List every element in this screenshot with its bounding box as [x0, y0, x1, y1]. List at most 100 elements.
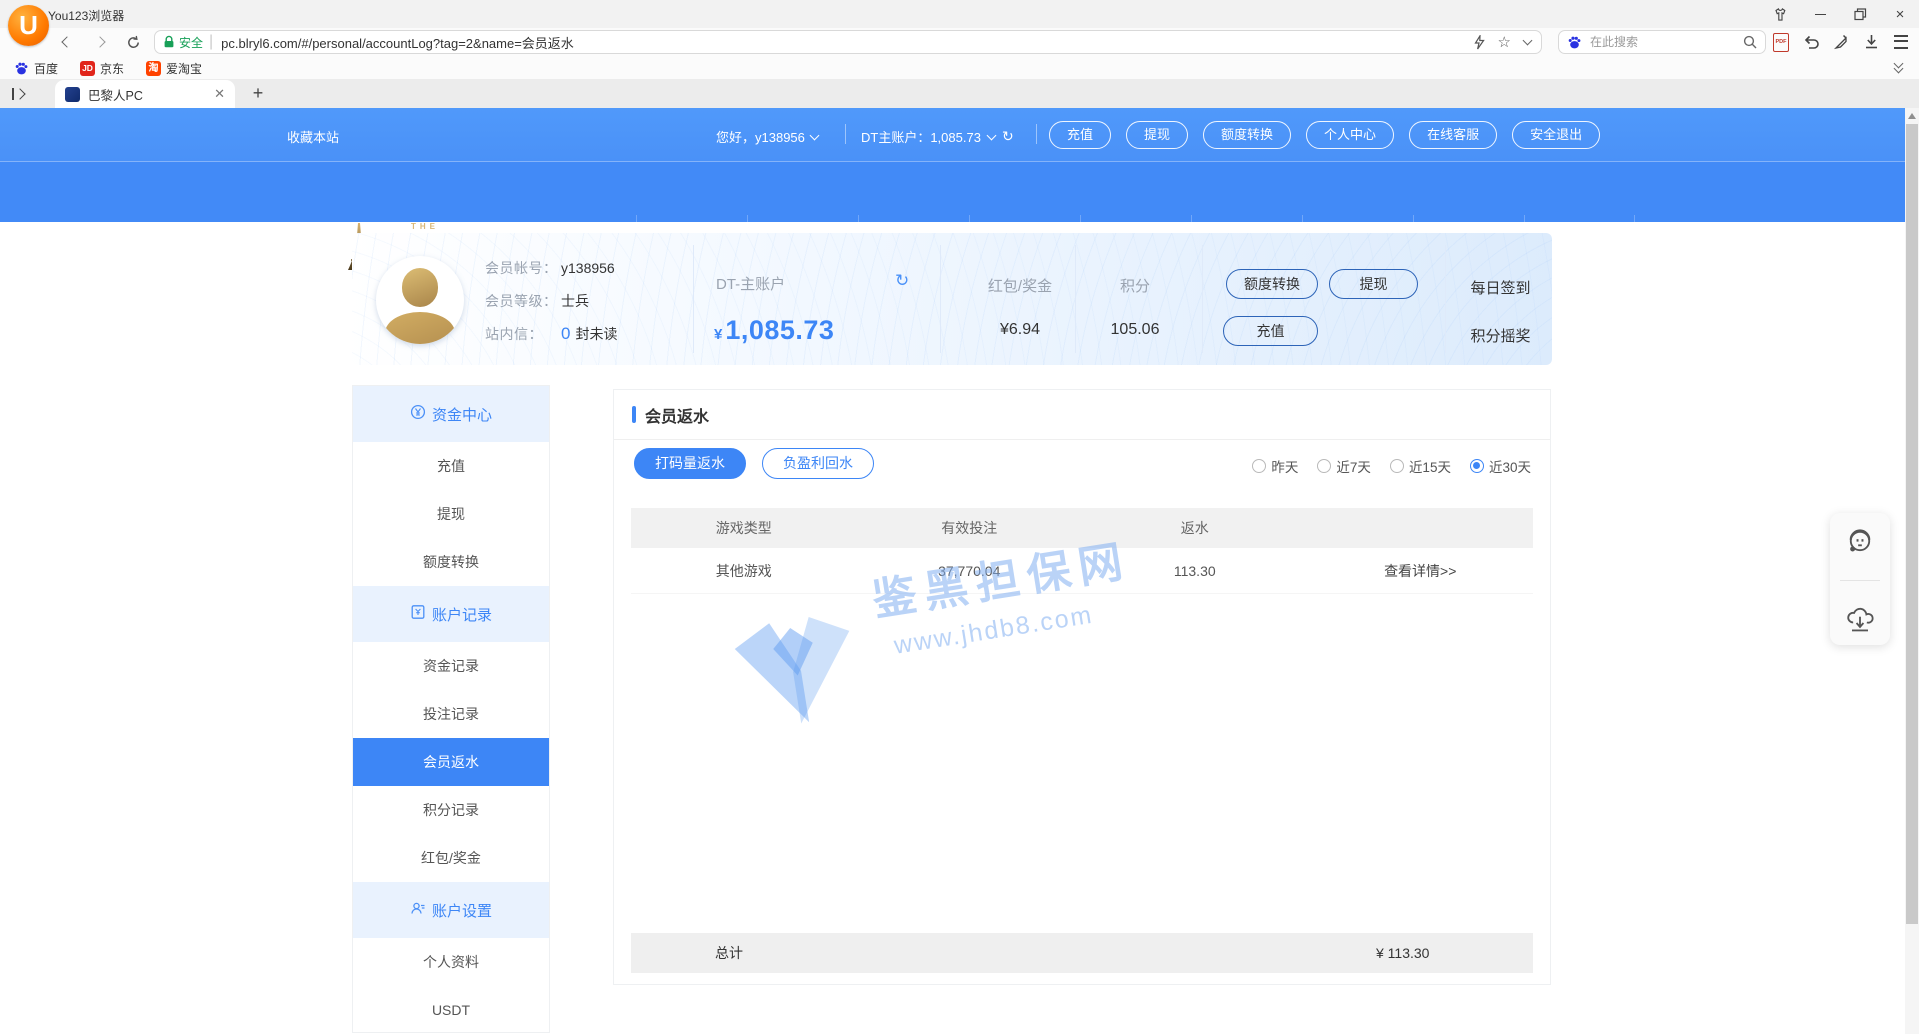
scrollbar-thumb[interactable] — [1906, 124, 1918, 924]
panel-quota-transfer-button[interactable]: 额度转换 — [1226, 269, 1318, 299]
tab-favicon — [65, 87, 80, 102]
total-label: 总计 — [715, 943, 743, 963]
sidebar-item-profile[interactable]: 个人资料 — [353, 938, 549, 986]
date-range-radios: 昨天 近7天近15天 近30天 — [1252, 456, 1531, 476]
close-button[interactable]: × — [1887, 3, 1913, 25]
logo-the: THE — [411, 223, 492, 231]
bonus-label: 红包/奖金 — [965, 275, 1075, 296]
forward-button[interactable] — [89, 31, 111, 53]
range-radio-last-15-days[interactable]: 近15天 — [1390, 456, 1451, 476]
topbar-btn-logout[interactable]: 安全退出 — [1512, 121, 1600, 149]
sidebar-item-withdraw[interactable]: 提现 — [353, 490, 549, 538]
radio-icon — [1470, 459, 1484, 473]
topbar-btn-recharge[interactable]: 充值 — [1049, 121, 1111, 149]
sidebar-item-redpacket-bonus[interactable]: 红包/奖金 — [353, 834, 549, 882]
sidebar-header-account-records[interactable]: 账户记录 — [353, 586, 549, 642]
page-scrollbar[interactable] — [1905, 108, 1919, 1034]
tab-list-toggle-icon[interactable] — [12, 86, 28, 102]
scroll-up-icon[interactable] — [1908, 113, 1916, 119]
tab-negative-profit-rebate[interactable]: 负盈利回水 — [762, 448, 874, 479]
bookmark-jd[interactable]: JD京东 — [80, 60, 124, 77]
tab-strip — [0, 80, 1919, 108]
wallet-refresh-icon[interactable]: ↻ — [895, 271, 909, 291]
sidebar-item-recharge[interactable]: 充值 — [353, 442, 549, 490]
sidebar-header-account-settings[interactable]: 账户设置 — [353, 882, 549, 938]
collapse-chevrons-icon[interactable] — [1895, 60, 1902, 70]
daily-sign-link[interactable]: 每日签到 — [1449, 277, 1552, 298]
refresh-button[interactable] — [122, 31, 144, 53]
coin-icon — [410, 404, 426, 424]
topbar-btn-personal-center[interactable]: 个人中心 — [1306, 121, 1394, 149]
sidebar-item-usdt[interactable]: USDT — [353, 986, 549, 1034]
url-text[interactable]: pc.blryl6.com/#/personal/accountLog?tag=… — [221, 33, 1473, 52]
range-radio-last-7-days[interactable]: 近7天 — [1317, 456, 1371, 476]
minimize-button[interactable] — [1807, 3, 1833, 25]
address-bar[interactable]: 安全 | pc.blryl6.com/#/personal/accountLog… — [154, 30, 1542, 54]
watermark-url: www.jhdb8.com — [892, 601, 1095, 661]
pdf-icon[interactable]: PDF — [1772, 32, 1790, 52]
range-label: 近7天 — [1336, 456, 1371, 476]
menu-icon[interactable] — [1892, 32, 1910, 52]
tab-close-icon[interactable]: ✕ — [214, 86, 225, 102]
topbar-btn-quota-transfer[interactable]: 额度转换 — [1203, 121, 1291, 149]
reader-lightning-icon[interactable] — [1474, 35, 1485, 50]
undo-icon[interactable] — [1802, 32, 1820, 52]
back-button[interactable] — [56, 31, 78, 53]
page-title: 会员返水 — [645, 403, 709, 427]
level-value: 士兵 — [561, 291, 589, 311]
sidebar-item-bet-record[interactable]: 投注记录 — [353, 690, 549, 738]
table-cell: 37,770.04 — [857, 563, 1083, 579]
greeting-dropdown[interactable]: 您好，y138956 — [716, 127, 818, 146]
bookmark-taobao[interactable]: 淘爱淘宝 — [146, 60, 202, 77]
cloud-download-icon[interactable] — [1844, 604, 1876, 634]
tab-bet-volume-rebate[interactable]: 打码量返水 — [634, 448, 746, 479]
table-cell: 其他游戏 — [631, 561, 857, 581]
jd-icon: JD — [80, 61, 95, 76]
search-input[interactable] — [1588, 34, 1737, 50]
download-icon[interactable] — [1862, 32, 1880, 52]
browser-tab[interactable]: 巴黎人PC ✕ — [55, 80, 235, 108]
topbar-btn-withdraw[interactable]: 提现 — [1126, 121, 1188, 149]
sidebar-item-quota-transfer[interactable]: 额度转换 — [353, 538, 549, 586]
range-radio-last-30-days[interactable]: 近30天 — [1470, 456, 1531, 476]
main-account-dropdown[interactable]: DT主账户：1,085.73 ↻ — [861, 127, 1014, 146]
level-label: 会员等级： — [485, 291, 561, 311]
sidebar-item-points-record[interactable]: 积分记录 — [353, 786, 549, 834]
user-panel: 会员帐号：y138956 会员等级：士兵 站内信：0封未读 DT-主账户 ↻ ¥… — [352, 233, 1552, 365]
sidebar-item-funds-record[interactable]: 资金记录 — [353, 642, 549, 690]
table-header-cell: 游戏类型 — [631, 518, 857, 538]
floating-widget — [1830, 513, 1890, 645]
sidebar-label: 充值 — [437, 456, 465, 476]
topbar-btn-online-service[interactable]: 在线客服 — [1409, 121, 1497, 149]
panel-withdraw-button[interactable]: 提现 — [1329, 269, 1418, 299]
customer-service-icon[interactable] — [1844, 525, 1876, 557]
baidu-icon — [14, 61, 29, 76]
favorite-star-icon[interactable]: ☆ — [1498, 35, 1511, 50]
sidebar-header-funds-center[interactable]: 资金中心 — [353, 386, 549, 442]
range-label: 近30天 — [1489, 456, 1531, 476]
mail-count[interactable]: 0 — [561, 324, 570, 344]
favorite-site-link[interactable]: 收藏本站 — [287, 127, 339, 146]
range-radio-yesterday[interactable]: 昨天 — [1252, 456, 1298, 476]
total-value: ¥ 113.30 — [1376, 945, 1429, 961]
skin-icon[interactable] — [1767, 3, 1793, 25]
search-icon[interactable] — [1743, 35, 1757, 49]
url-dropdown-icon[interactable] — [1523, 36, 1533, 46]
points-lottery-link[interactable]: 积分摇奖 — [1449, 325, 1552, 346]
radio-icon — [1317, 459, 1331, 473]
points-label: 积分 — [1085, 275, 1185, 296]
range-label: 昨天 — [1271, 456, 1298, 476]
restore-button[interactable] — [1847, 3, 1873, 25]
account-refresh-icon[interactable]: ↻ — [1002, 128, 1014, 145]
new-tab-button[interactable]: + — [248, 83, 268, 104]
sidebar-label: 额度转换 — [423, 552, 479, 572]
cleaner-broom-icon[interactable] — [1832, 32, 1850, 52]
browser-logo-icon: U — [8, 5, 49, 46]
view-detail-link[interactable]: 查看详情>> — [1308, 561, 1534, 581]
sidebar-item-member-rebate[interactable]: 会员返水 — [353, 738, 549, 786]
bookmark-baidu[interactable]: 百度 — [14, 60, 58, 77]
panel-recharge-button[interactable]: 充值 — [1223, 316, 1318, 346]
avatar[interactable] — [376, 256, 464, 344]
quick-search-box[interactable] — [1558, 30, 1766, 54]
rebate-table: 游戏类型有效投注返水 其他游戏37,770.04113.30查看详情>> — [631, 508, 1533, 594]
